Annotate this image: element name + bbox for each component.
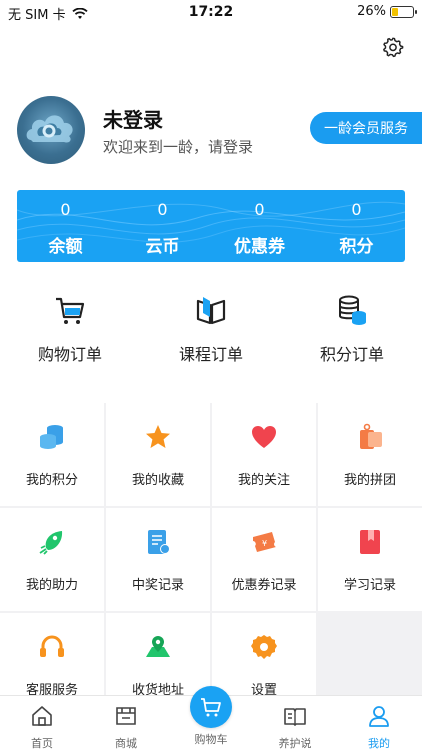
tab-label: 我的: [368, 737, 390, 750]
tab-mall[interactable]: 商城: [84, 696, 168, 750]
stat-value: 0: [254, 200, 265, 219]
welcome-text[interactable]: 欢迎来到一龄，请登录: [103, 136, 253, 157]
gear-icon: [251, 635, 277, 659]
coins-icon: [339, 295, 366, 325]
battery-percent: 26%: [357, 4, 386, 19]
stat-label: 余额: [48, 237, 83, 257]
settings-gear-icon[interactable]: [382, 36, 404, 58]
cart-floating-button[interactable]: [190, 686, 232, 728]
stat-coupons[interactable]: 0 优惠券: [211, 190, 308, 262]
order-label: 课程订单: [178, 345, 243, 364]
user-name[interactable]: 未登录: [103, 104, 163, 133]
points-orders[interactable]: 积分订单: [292, 293, 412, 365]
grid-item-following[interactable]: 我的关注: [212, 403, 316, 506]
grid-label: 我的拼团: [343, 473, 396, 488]
grid-label: 我的收藏: [131, 473, 184, 488]
grid-label: 中奖记录: [131, 578, 184, 593]
grid-label: 我的积分: [25, 473, 78, 488]
grid-label: 学习记录: [343, 578, 396, 593]
tab-label: 购物车: [194, 733, 228, 746]
coupon-icon: ¥: [253, 532, 276, 552]
coins-stack-icon: [40, 425, 63, 449]
open-book-icon: [284, 708, 306, 726]
cart-icon: [201, 698, 221, 717]
grid-item-favorites[interactable]: 我的收藏: [106, 403, 210, 506]
battery-status: 26%: [357, 4, 417, 19]
heart-icon: [252, 426, 276, 448]
grid-item-prize-record[interactable]: 中奖记录: [106, 508, 210, 611]
home-icon: [32, 706, 52, 726]
tab-home[interactable]: 首页: [0, 696, 84, 750]
stat-value: 0: [60, 200, 71, 219]
tab-label: 养护说: [278, 737, 312, 750]
function-grid: 我的积分 我的收藏 我的关注 我的拼团 我的助力 中奖记录 ¥ 优惠券记录 学习…: [0, 403, 422, 716]
grid-label: 我的关注: [237, 473, 290, 488]
order-label: 积分订单: [319, 345, 384, 364]
tab-care-talk[interactable]: 养护说: [253, 696, 337, 750]
profile-page: 无 SIM 卡 17:22 26% 未登录 欢迎来到一龄，请登录 一龄会员服务: [0, 0, 422, 750]
prize-record-icon: [148, 530, 170, 554]
tab-label: 首页: [31, 737, 53, 750]
grid-label: 我的助力: [25, 578, 78, 593]
stat-label: 积分: [339, 237, 374, 257]
star-icon: [146, 425, 170, 448]
member-service-button[interactable]: 一龄会员服务: [310, 112, 422, 144]
boost-icon: [39, 531, 63, 555]
stat-label: 优惠券: [234, 237, 285, 257]
order-label: 购物订单: [37, 345, 102, 364]
shopping-orders[interactable]: 购物订单: [10, 293, 130, 365]
svg-text:¥: ¥: [262, 539, 267, 548]
bookmark-icon: [360, 530, 380, 554]
book-icon: [196, 297, 226, 325]
stat-label: 云币: [145, 237, 180, 257]
map-pin-icon: [146, 636, 170, 657]
battery-icon: [390, 5, 417, 18]
headset-icon: [40, 635, 64, 657]
grid-item-study-record[interactable]: 学习记录: [318, 508, 422, 611]
avatar[interactable]: [17, 96, 85, 164]
cloud-logo-icon: [26, 115, 73, 143]
grid-item-group-buy[interactable]: 我的拼团: [318, 403, 422, 506]
stat-points[interactable]: 0 积分: [308, 190, 405, 262]
tag-group-icon: [360, 423, 382, 449]
grid-item-coupon-record[interactable]: ¥ 优惠券记录: [212, 508, 316, 611]
stats-card: 0 余额 0 云币 0 优惠券 0 积分: [17, 190, 405, 262]
grid-label: 优惠券记录: [231, 578, 297, 593]
user-icon: [369, 706, 389, 727]
grid-item-my-points[interactable]: 我的积分: [0, 403, 104, 506]
stat-value: 0: [157, 200, 168, 219]
stat-balance[interactable]: 0 余额: [17, 190, 114, 262]
store-icon: [116, 707, 136, 725]
shopping-cart-icon: [56, 297, 85, 324]
course-orders[interactable]: 课程订单: [151, 293, 271, 365]
stat-value: 0: [351, 200, 362, 219]
tab-label: 商城: [115, 737, 137, 750]
tab-mine[interactable]: 我的: [337, 696, 421, 750]
status-bar: 无 SIM 卡 17:22 26%: [0, 0, 422, 24]
grid-item-boost[interactable]: 我的助力: [0, 508, 104, 611]
stat-cloud-coins[interactable]: 0 云币: [114, 190, 211, 262]
